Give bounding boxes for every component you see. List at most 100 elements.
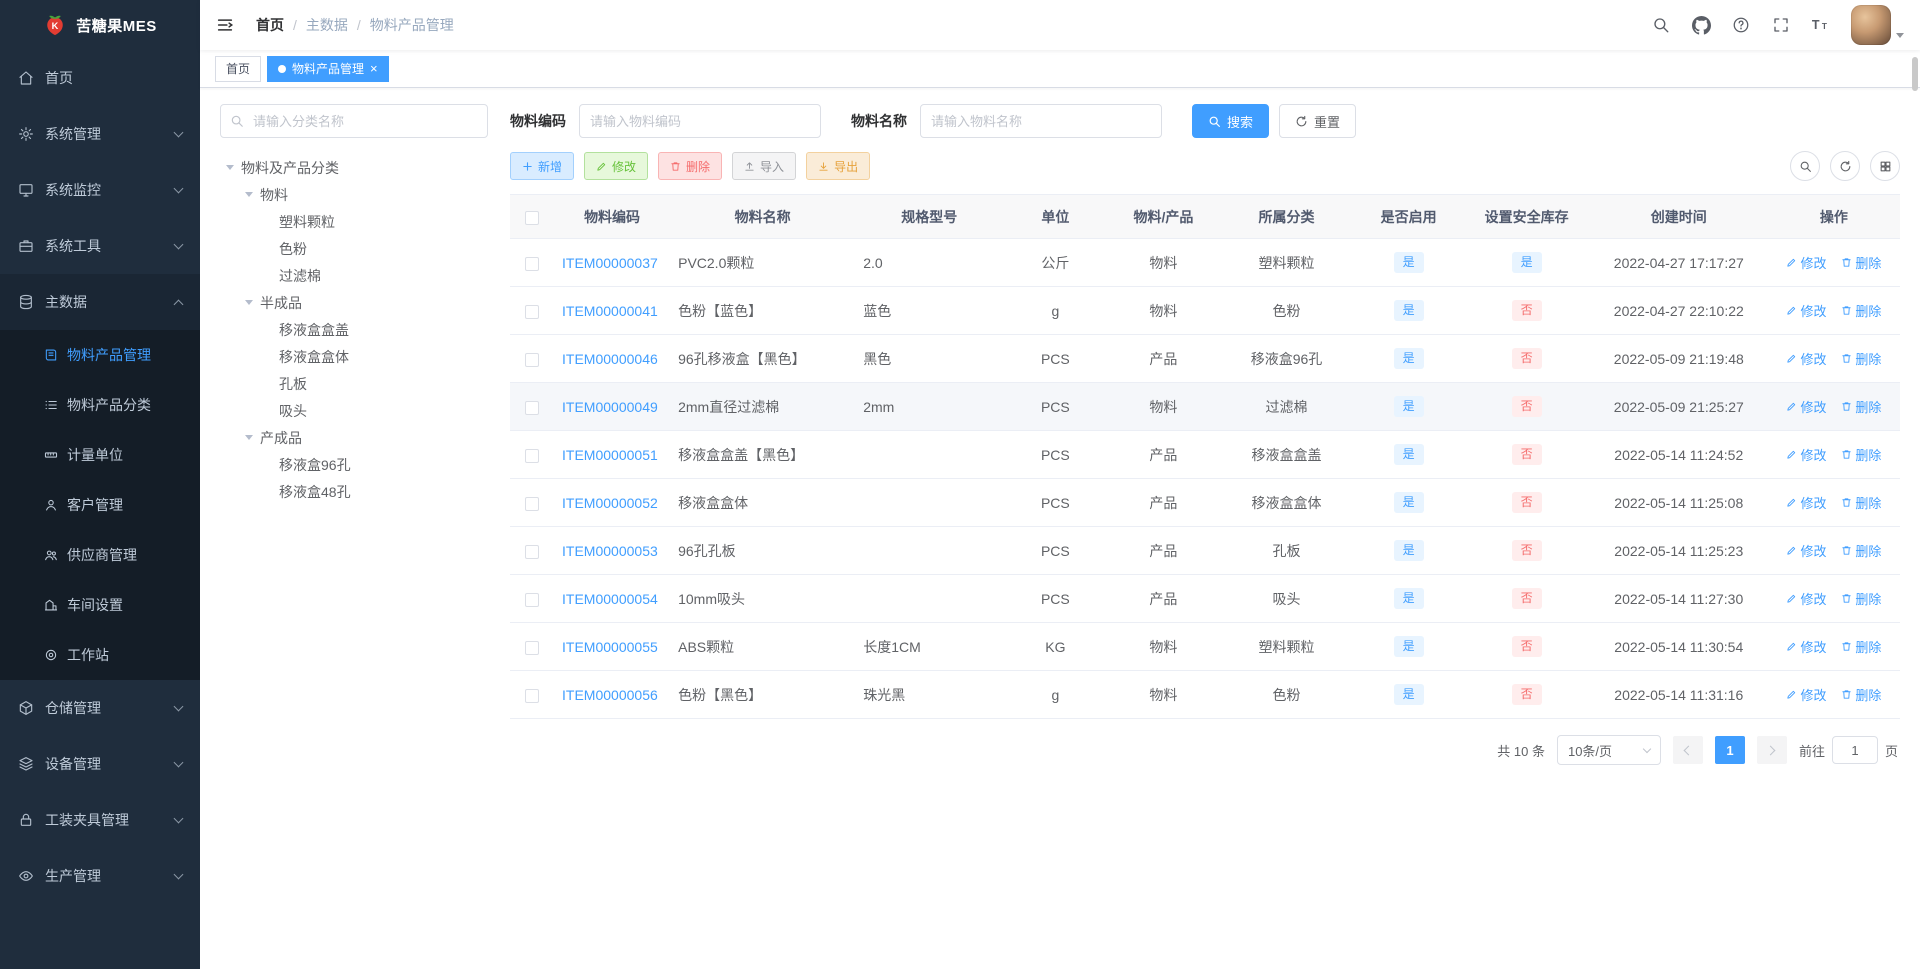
- scrollbar-thumb[interactable]: [1912, 57, 1918, 91]
- github-link-button[interactable]: [1681, 0, 1721, 50]
- material-code-input[interactable]: [579, 104, 821, 138]
- import-button[interactable]: 导入: [732, 152, 797, 180]
- table-row[interactable]: ITEM00000051 移液盒盒盖【黑色】 PCS 产品 移液盒盒盖 是 否 …: [510, 430, 1900, 479]
- tree-node-leaf[interactable]: 孔板: [220, 370, 488, 397]
- row-edit-link[interactable]: 修改: [1786, 589, 1826, 608]
- sidebar-item-production-management[interactable]: 生产管理: [0, 848, 200, 904]
- tree-node-leaf[interactable]: 移液盒96孔: [220, 451, 488, 478]
- sidebar-item-fixture-management[interactable]: 工装夹具管理: [0, 792, 200, 848]
- sidebar-item-device-management[interactable]: 设备管理: [0, 736, 200, 792]
- material-code-link[interactable]: ITEM00000037: [562, 255, 658, 271]
- row-checkbox[interactable]: [525, 352, 540, 367]
- material-code-link[interactable]: ITEM00000051: [562, 447, 658, 463]
- page-size-select[interactable]: 10条/页: [1556, 735, 1661, 765]
- row-checkbox[interactable]: [525, 592, 540, 607]
- prev-page-button[interactable]: [1672, 736, 1703, 764]
- row-edit-link[interactable]: 修改: [1786, 301, 1826, 320]
- tree-node-root[interactable]: 物料及产品分类: [220, 154, 488, 181]
- export-button[interactable]: 导出: [806, 152, 871, 180]
- tree-node-leaf[interactable]: 色粉: [220, 235, 488, 262]
- page-number-button[interactable]: 1: [1714, 736, 1745, 764]
- tree-node-leaf[interactable]: 过滤棉: [220, 262, 488, 289]
- tree-node-leaf[interactable]: 吸头: [220, 397, 488, 424]
- row-checkbox[interactable]: [525, 256, 540, 271]
- row-edit-link[interactable]: 修改: [1786, 445, 1826, 464]
- material-code-link[interactable]: ITEM00000041: [562, 303, 658, 319]
- help-button[interactable]: [1721, 0, 1761, 50]
- refresh-table-button[interactable]: [1830, 151, 1860, 181]
- next-page-button[interactable]: [1756, 736, 1787, 764]
- row-checkbox[interactable]: [525, 544, 540, 559]
- row-delete-link[interactable]: 删除: [1841, 397, 1881, 416]
- row-delete-link[interactable]: 删除: [1841, 493, 1881, 512]
- font-size-button[interactable]: TT: [1801, 0, 1841, 50]
- tree-node-leaf[interactable]: 移液盒48孔: [220, 478, 488, 505]
- row-delete-link[interactable]: 删除: [1841, 589, 1881, 608]
- material-code-link[interactable]: ITEM00000049: [562, 399, 658, 415]
- edit-button[interactable]: 修改: [584, 152, 649, 180]
- table-row[interactable]: ITEM00000054 10mm吸头 PCS 产品 吸头 是 否 2022-0…: [510, 574, 1900, 623]
- header-search-button[interactable]: [1641, 0, 1681, 50]
- sidebar-item-material-product-management[interactable]: 物料产品管理: [0, 330, 200, 380]
- tab-close-icon[interactable]: ×: [370, 62, 378, 75]
- row-edit-link[interactable]: 修改: [1786, 637, 1826, 656]
- row-delete-link[interactable]: 删除: [1841, 349, 1881, 368]
- sidebar-item-workshop-settings[interactable]: 车间设置: [0, 580, 200, 630]
- row-delete-link[interactable]: 删除: [1841, 541, 1881, 560]
- table-row[interactable]: ITEM00000041 色粉【蓝色】 蓝色 g 物料 色粉 是 否 2022-…: [510, 286, 1900, 335]
- table-row[interactable]: ITEM00000037 PVC2.0颗粒 2.0 公斤 物料 塑料颗粒 是 是…: [510, 238, 1900, 287]
- column-settings-button[interactable]: [1870, 151, 1900, 181]
- app-logo[interactable]: K 苦糖果MES: [0, 0, 200, 50]
- row-edit-link[interactable]: 修改: [1786, 349, 1826, 368]
- row-edit-link[interactable]: 修改: [1786, 541, 1826, 560]
- sidebar-item-customer-management[interactable]: 客户管理: [0, 480, 200, 530]
- tree-node-leaf[interactable]: 塑料颗粒: [220, 208, 488, 235]
- select-all-checkbox[interactable]: [525, 210, 540, 225]
- tag-home[interactable]: 首页: [215, 55, 262, 82]
- sidebar-toggle-button[interactable]: [200, 0, 250, 50]
- delete-button[interactable]: 删除: [658, 152, 723, 180]
- avatar[interactable]: [1851, 5, 1891, 45]
- row-edit-link[interactable]: 修改: [1786, 493, 1826, 512]
- fullscreen-button[interactable]: [1761, 0, 1801, 50]
- material-code-link[interactable]: ITEM00000046: [562, 351, 658, 367]
- row-checkbox[interactable]: [525, 400, 540, 415]
- row-delete-link[interactable]: 删除: [1841, 301, 1881, 320]
- material-name-input[interactable]: [920, 104, 1162, 138]
- breadcrumb-master-data[interactable]: 主数据: [306, 15, 348, 35]
- table-row[interactable]: ITEM00000055 ABS颗粒 长度1CM KG 物料 塑料颗粒 是 否 …: [510, 622, 1900, 671]
- add-button[interactable]: 新增: [510, 152, 575, 180]
- material-code-link[interactable]: ITEM00000055: [562, 639, 658, 655]
- category-search-input[interactable]: [220, 104, 488, 138]
- material-code-link[interactable]: ITEM00000053: [562, 543, 658, 559]
- sidebar-item-master-data[interactable]: 主数据: [0, 274, 200, 330]
- row-checkbox[interactable]: [525, 448, 540, 463]
- goto-page-input[interactable]: [1831, 736, 1878, 764]
- row-edit-link[interactable]: 修改: [1786, 253, 1826, 272]
- sidebar-item-material-product-category[interactable]: 物料产品分类: [0, 380, 200, 430]
- sidebar-item-system-monitor[interactable]: 系统监控: [0, 162, 200, 218]
- sidebar-item-system-tools[interactable]: 系统工具: [0, 218, 200, 274]
- sidebar-item-workstation[interactable]: 工作站: [0, 630, 200, 680]
- row-delete-link[interactable]: 删除: [1841, 637, 1881, 656]
- tree-node-finished[interactable]: 产成品: [220, 424, 488, 451]
- table-row[interactable]: ITEM00000046 96孔移液盒【黑色】 黑色 PCS 产品 移液盒96孔…: [510, 334, 1900, 383]
- table-row[interactable]: ITEM00000056 色粉【黑色】 珠光黑 g 物料 色粉 是 否 2022…: [510, 670, 1900, 719]
- tag-material-product-management[interactable]: 物料产品管理 ×: [267, 55, 389, 82]
- sidebar-item-system-management[interactable]: 系统管理: [0, 106, 200, 162]
- sidebar-item-warehouse-management[interactable]: 仓储管理: [0, 680, 200, 736]
- tree-node-semi-finished[interactable]: 半成品: [220, 289, 488, 316]
- sidebar-item-supplier-management[interactable]: 供应商管理: [0, 530, 200, 580]
- row-checkbox[interactable]: [525, 640, 540, 655]
- row-edit-link[interactable]: 修改: [1786, 397, 1826, 416]
- sidebar-item-home[interactable]: 首页: [0, 50, 200, 106]
- material-code-link[interactable]: ITEM00000052: [562, 495, 658, 511]
- row-checkbox[interactable]: [525, 496, 540, 511]
- user-menu[interactable]: [1851, 5, 1904, 45]
- toggle-search-button[interactable]: [1790, 151, 1820, 181]
- row-delete-link[interactable]: 删除: [1841, 445, 1881, 464]
- material-code-link[interactable]: ITEM00000054: [562, 591, 658, 607]
- row-edit-link[interactable]: 修改: [1786, 685, 1826, 704]
- table-row[interactable]: ITEM00000049 2mm直径过滤棉 2mm PCS 物料 过滤棉 是 否…: [510, 382, 1900, 431]
- sidebar-item-measure-unit[interactable]: 计量单位: [0, 430, 200, 480]
